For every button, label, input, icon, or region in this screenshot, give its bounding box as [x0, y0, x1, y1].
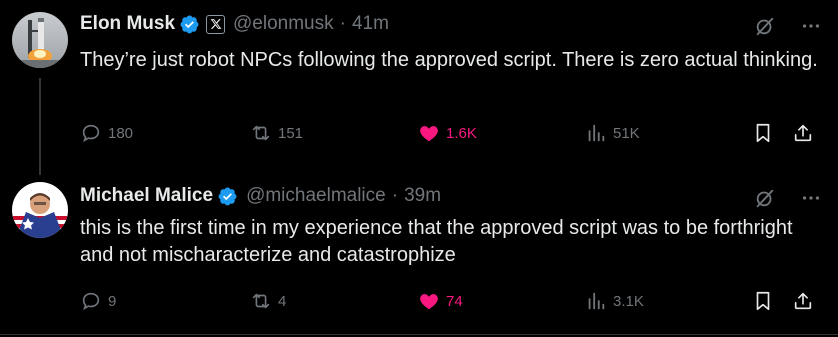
bookmark-button[interactable]: [752, 289, 774, 313]
bookmark-icon: [756, 123, 770, 143]
share-button[interactable]: [792, 289, 814, 313]
verified-badge-icon[interactable]: [179, 14, 200, 35]
more-options-icon[interactable]: [800, 15, 822, 37]
share-button[interactable]: [792, 121, 814, 145]
verified-badge-icon[interactable]: [217, 186, 238, 207]
share-icon: [794, 124, 812, 142]
retweet-icon: [252, 293, 270, 309]
retweet-button[interactable]: 151: [250, 121, 303, 145]
views-chart-icon: [588, 292, 605, 310]
user-handle[interactable]: @michaelmalice: [246, 184, 386, 208]
bottom-divider: [0, 334, 838, 335]
reply-count: 180: [108, 124, 134, 142]
view-count: 3.1K: [613, 292, 644, 310]
like-count: 74: [446, 292, 463, 310]
like-button[interactable]: 74: [418, 289, 463, 313]
tweet-actions: 9 4 74 3.1K: [80, 289, 822, 313]
retweet-count: 4: [278, 292, 287, 310]
retweet-count: 151: [278, 124, 304, 142]
timestamp[interactable]: 39m: [404, 184, 441, 208]
heart-filled-icon: [420, 294, 438, 310]
display-name[interactable]: Michael Malice: [80, 184, 213, 208]
display-name[interactable]: Elon Musk: [80, 12, 175, 36]
x-logo-icon[interactable]: [206, 14, 226, 34]
share-icon: [794, 292, 812, 310]
like-count: 1.6K: [446, 124, 477, 142]
timestamp[interactable]: 41m: [352, 12, 389, 36]
grok-icon[interactable]: [754, 15, 776, 37]
reply-icon: [82, 124, 100, 143]
retweet-button[interactable]: 4: [250, 289, 286, 313]
views-button[interactable]: 3.1K: [585, 289, 644, 313]
tweet-actions: 180 151 1.6K 51K: [80, 121, 822, 145]
views-chart-icon: [588, 124, 605, 142]
like-button[interactable]: 1.6K: [418, 121, 477, 145]
reply-button[interactable]: 9: [80, 289, 116, 313]
separator-dot: ·: [339, 13, 346, 34]
tweet-header: Michael Malice @michaelmalice · 39m: [80, 184, 441, 208]
avatar[interactable]: [12, 182, 68, 238]
retweet-icon: [252, 125, 270, 141]
separator-dot: ·: [391, 185, 399, 206]
bookmark-icon: [756, 291, 770, 311]
tweet[interactable]: Elon Musk @elonmusk · 41m They’re just r…: [0, 0, 838, 168]
bookmark-button[interactable]: [752, 121, 774, 145]
grok-icon[interactable]: [754, 187, 776, 209]
reply-icon: [82, 292, 100, 311]
tweet-text: this is the first time in my experience …: [80, 217, 793, 266]
tweet[interactable]: Michael Malice @michaelmalice · 39m this…: [0, 168, 838, 334]
profile-photo-image: [12, 182, 68, 238]
reply-count: 9: [108, 292, 117, 310]
reply-button[interactable]: 180: [80, 121, 133, 145]
avatar[interactable]: [12, 12, 68, 68]
user-handle[interactable]: @elonmusk: [233, 12, 334, 36]
tweet-header: Elon Musk @elonmusk · 41m: [80, 12, 389, 36]
tweet-text: They’re just robot NPCs following the ap…: [80, 49, 818, 71]
heart-filled-icon: [420, 126, 438, 142]
view-count: 51K: [613, 124, 640, 142]
more-options-icon[interactable]: [800, 187, 822, 209]
views-button[interactable]: 51K: [585, 121, 640, 145]
rocket-avatar-image: [12, 12, 68, 68]
